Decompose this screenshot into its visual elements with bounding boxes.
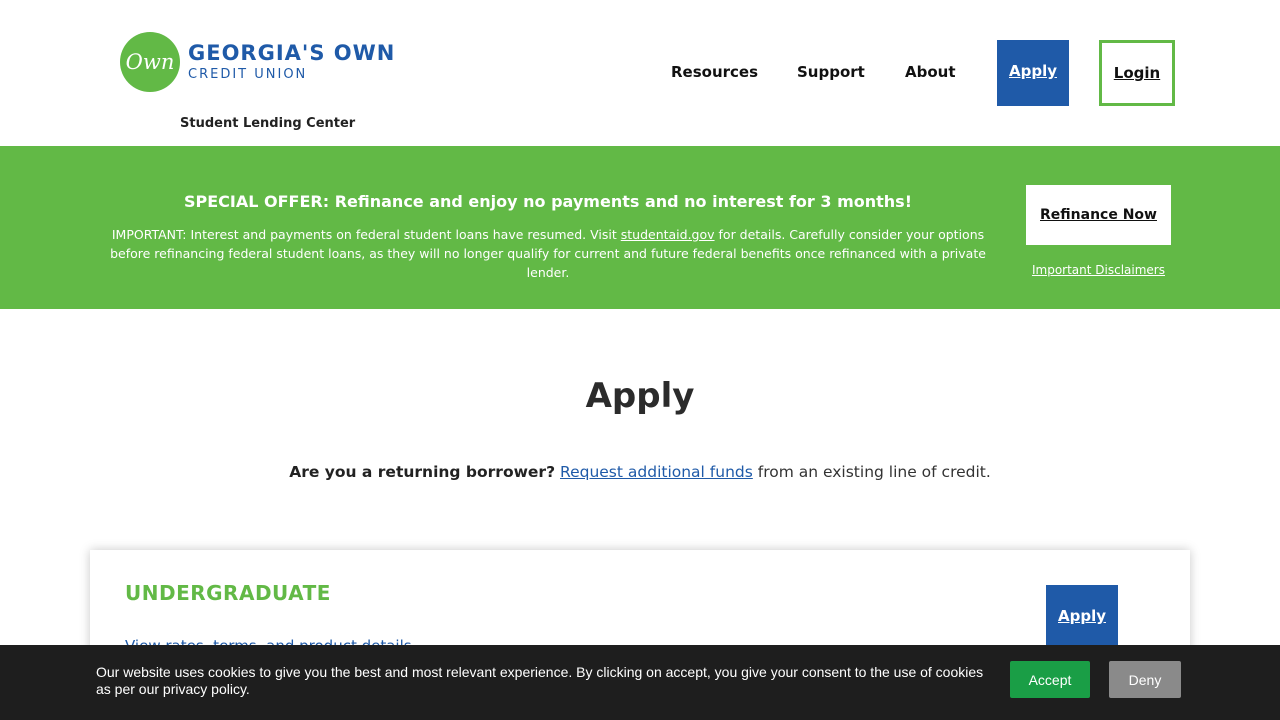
login-button[interactable]: Login [1099, 40, 1175, 106]
nav-resources[interactable]: Resources [671, 63, 758, 81]
nav-about[interactable]: About [905, 63, 956, 81]
cookie-text: Our website uses cookies to give you the… [96, 664, 984, 697]
logo[interactable]: Own GEORGIA'S OWN CREDIT UNION [120, 32, 395, 92]
logo-line2: CREDIT UNION [188, 67, 308, 82]
site-subtitle: Student Lending Center [180, 116, 356, 131]
returning-borrower-text: Are you a returning borrower? Request ad… [0, 463, 1280, 481]
logo-mark: Own [120, 32, 180, 92]
studentaid-link[interactable]: studentaid.gov [621, 227, 715, 242]
deny-cookies-button[interactable]: Deny [1109, 661, 1181, 698]
logo-wordmark: GEORGIA'S OWN CREDIT UNION [188, 41, 396, 82]
logo-line1: GEORGIA'S OWN [188, 41, 396, 65]
banner-headline: SPECIAL OFFER: Refinance and enjoy no pa… [184, 192, 912, 211]
request-funds-link[interactable]: Request additional funds [560, 463, 753, 481]
page-title: Apply [585, 376, 695, 416]
banner-text-before: IMPORTANT: Interest and payments on fede… [111, 227, 621, 242]
returning-question: Are you a returning borrower? [289, 463, 556, 481]
header-apply-button[interactable]: Apply [997, 40, 1069, 106]
undergraduate-apply-button[interactable]: Apply [1046, 585, 1118, 647]
site-header: Own GEORGIA'S OWN CREDIT UNION Student L… [0, 0, 1280, 146]
returning-after: from an existing line of credit. [752, 463, 991, 481]
refinance-now-button[interactable]: Refinance Now [1026, 185, 1171, 245]
accept-cookies-button[interactable]: Accept [1010, 661, 1090, 698]
cookie-banner: Our website uses cookies to give you the… [0, 645, 1280, 720]
banner-text: IMPORTANT: Interest and payments on fede… [100, 225, 996, 282]
card-title: UNDERGRADUATE [125, 581, 331, 605]
promo-banner: SPECIAL OFFER: Refinance and enjoy no pa… [0, 146, 1280, 309]
important-disclaimers-link[interactable]: Important Disclaimers [1010, 263, 1187, 277]
nav-support[interactable]: Support [797, 63, 865, 81]
